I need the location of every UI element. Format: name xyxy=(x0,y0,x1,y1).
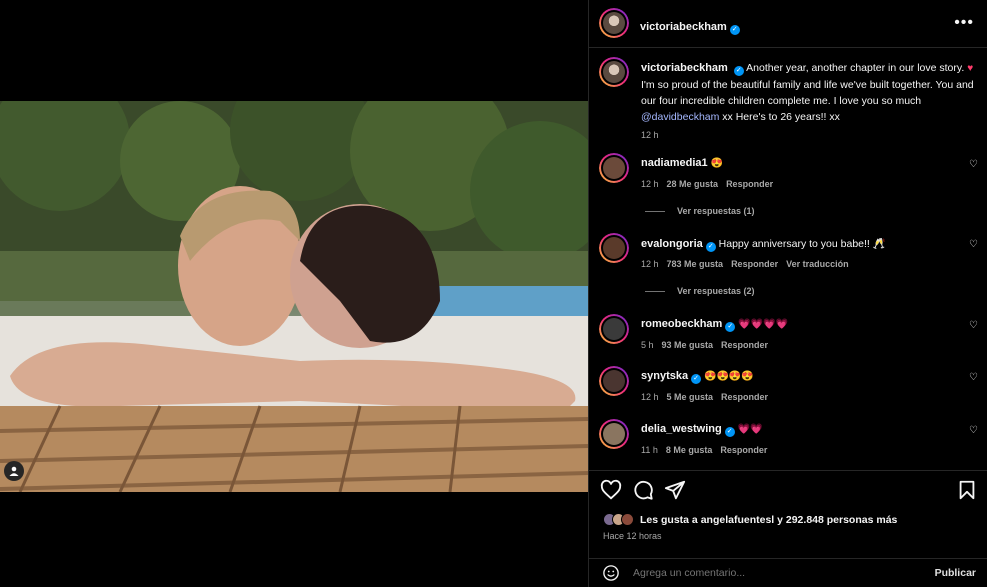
caption-author-avatar[interactable] xyxy=(599,57,629,87)
verified-badge-icon: ✓ xyxy=(729,25,740,35)
send-icon[interactable] xyxy=(664,479,686,501)
reply-button[interactable]: Responder xyxy=(726,179,773,189)
comment-time: 5 h xyxy=(641,340,654,350)
comment-likes[interactable]: 783 Me gusta xyxy=(667,259,724,269)
verified-badge-icon: ✓ xyxy=(724,427,735,437)
post-side-panel: victoriabeckham ✓ ••• victoriabeckham ✓ An… xyxy=(588,0,987,587)
photo-illustration xyxy=(0,101,588,492)
post-photo[interactable] xyxy=(0,101,588,492)
comment-text: 😍 xyxy=(710,158,724,169)
comment-avatar[interactable] xyxy=(599,419,629,449)
verified-badge-icon: ✓ xyxy=(705,242,716,252)
comment-time: 12 h xyxy=(641,179,659,189)
comment-avatar[interactable] xyxy=(599,314,629,344)
more-options-icon[interactable]: ••• xyxy=(954,14,974,32)
comment-like-heart-icon[interactable]: ♡ xyxy=(969,239,978,250)
comment-time: 12 h xyxy=(641,392,659,402)
comment-username[interactable]: delia_westwing xyxy=(641,423,722,435)
comment-likes[interactable]: 5 Me gusta xyxy=(667,392,714,402)
post-media[interactable] xyxy=(0,0,588,587)
user-tag-icon[interactable] xyxy=(4,461,24,481)
comment-like-heart-icon[interactable]: ♡ xyxy=(969,159,978,170)
caption-text-3: xx Here's to 26 years!! xx xyxy=(719,111,840,123)
caption-mention-link[interactable]: @davidbeckham xyxy=(641,111,719,123)
publish-button[interactable]: Publicar xyxy=(935,567,976,579)
liker-avatar xyxy=(621,513,634,526)
comment-username[interactable]: romeobeckham xyxy=(641,318,722,330)
caption-username[interactable]: victoriabeckham xyxy=(641,62,728,74)
comment-username[interactable]: nadiamedia1 xyxy=(641,157,708,169)
comment-username[interactable]: synytska xyxy=(641,370,688,382)
reply-button[interactable]: Responder xyxy=(721,340,768,350)
comment-likes[interactable]: 93 Me gusta xyxy=(662,340,714,350)
post-header: victoriabeckham ✓ ••• xyxy=(589,0,987,48)
verified-badge-icon: ✓ xyxy=(733,66,744,76)
comment-likes[interactable]: 8 Me gusta xyxy=(666,445,713,455)
comment-avatar[interactable] xyxy=(599,233,629,263)
comment-like-heart-icon[interactable]: ♡ xyxy=(969,372,978,383)
post-timestamp: Hace 12 horas xyxy=(603,531,662,541)
heart-icon[interactable] xyxy=(600,479,622,501)
comment-text: Happy anniversary to you babe!! 🥂 xyxy=(718,238,886,250)
view-replies-button[interactable]: Ver respuestas (2) xyxy=(645,286,755,296)
comment-like-heart-icon[interactable]: ♡ xyxy=(969,425,978,436)
view-replies-button[interactable]: Ver respuestas (1) xyxy=(645,206,755,216)
verified-badge-icon: ✓ xyxy=(691,374,702,384)
bookmark-icon[interactable] xyxy=(956,479,978,501)
comment-text: 😍😍😍😍 xyxy=(704,371,754,382)
reply-button[interactable]: Responder xyxy=(731,259,778,269)
comment-text: 💗💗💗💗 xyxy=(738,319,789,330)
comment-avatar[interactable] xyxy=(599,366,629,396)
reply-button[interactable]: Responder xyxy=(721,392,768,402)
caption-text-2: I'm so proud of the beautiful family and… xyxy=(641,79,974,107)
comment-time: 11 h xyxy=(641,445,658,455)
translate-button[interactable]: Ver traducción xyxy=(786,259,849,269)
add-comment-bar: Publicar xyxy=(589,558,987,587)
author-avatar[interactable] xyxy=(599,8,629,38)
verified-badge-icon: ✓ xyxy=(725,322,736,332)
comment-time: 12 h xyxy=(641,259,659,269)
comment-input[interactable] xyxy=(633,567,913,579)
post-caption: victoriabeckham ✓ Another year, another c… xyxy=(641,60,977,143)
comment-likes[interactable]: 28 Me gusta xyxy=(667,179,719,189)
post-actions: Les gusta a angelafuentesl y 292.848 per… xyxy=(589,470,987,558)
author-username[interactable]: victoriabeckham xyxy=(640,21,727,33)
comment-icon[interactable] xyxy=(632,479,654,501)
likes-text: Les gusta a angelafuentesl y 292.848 per… xyxy=(640,514,898,526)
comment-avatar[interactable] xyxy=(599,153,629,183)
comment-like-heart-icon[interactable]: ♡ xyxy=(969,320,978,331)
caption-text-1: Another year, another chapter in our lov… xyxy=(746,62,968,74)
smile-icon[interactable] xyxy=(602,564,620,582)
caption-time: 12 h xyxy=(641,130,659,140)
comment-text: 💗💗 xyxy=(737,424,763,435)
likes-summary[interactable]: Les gusta a angelafuentesl y 292.848 per… xyxy=(603,513,897,526)
reply-button[interactable]: Responder xyxy=(720,445,767,455)
caption-heart-emoji: ♥ xyxy=(967,63,974,74)
comment-username[interactable]: evalongoria xyxy=(641,238,703,250)
